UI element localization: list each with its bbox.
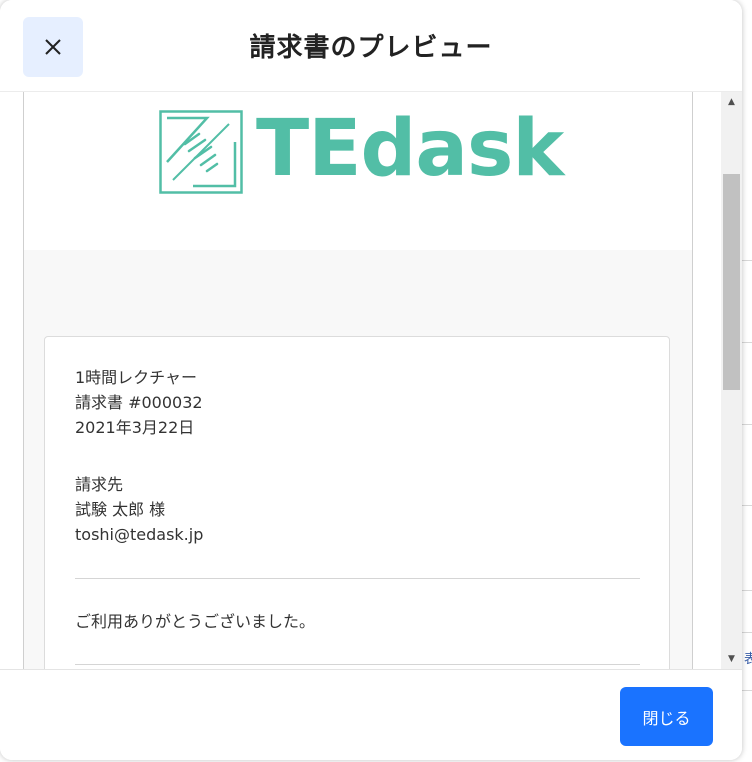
divider (75, 578, 640, 579)
preview-scroll-area[interactable]: TEdask 1時間レクチャー 請求書 #000032 2021年3月22日 請… (0, 92, 742, 669)
invoice-summary: 1時間レクチャー 請求書 #000032 2021年3月22日 (75, 365, 203, 440)
bill-to-block: 請求先 試験 太郎 様 toshi@tedask.jp (75, 472, 203, 547)
thanks-message: ご利用ありがとうございました。 (75, 612, 316, 631)
close-footer-button[interactable]: 閉じる (620, 687, 713, 746)
invoice-product: 1時間レクチャー (75, 368, 198, 387)
invoice-document: TEdask 1時間レクチャー 請求書 #000032 2021年3月22日 請… (23, 92, 693, 669)
invoice-date: 2021年3月22日 (75, 418, 195, 437)
tedask-logo-text: TEdask (256, 104, 564, 194)
tedask-logo-mark-icon (159, 110, 243, 194)
invoice-body-background: 1時間レクチャー 請求書 #000032 2021年3月22日 請求先 試験 太… (24, 250, 692, 669)
customer-name: 試験 太郎 様 (75, 500, 166, 519)
customer-email: toshi@tedask.jp (75, 525, 204, 544)
divider (75, 664, 640, 665)
scroll-down-arrow-icon[interactable]: ▼ (721, 651, 742, 667)
logo-area: TEdask (24, 92, 692, 250)
invoice-card: 1時間レクチャー 請求書 #000032 2021年3月22日 請求先 試験 太… (44, 336, 670, 669)
background-text-fragment: 表 (744, 652, 752, 667)
scrollbar-thumb[interactable] (723, 174, 740, 390)
vertical-scrollbar[interactable]: ▲ ▼ (721, 92, 742, 669)
modal-header: 請求書のプレビュー (0, 0, 742, 92)
scroll-up-arrow-icon[interactable]: ▲ (721, 94, 742, 110)
modal-title: 請求書のプレビュー (249, 33, 493, 63)
modal-footer: 閉じる (0, 669, 742, 760)
invoice-number: 請求書 #000032 (75, 393, 203, 412)
invoice-preview-modal: 請求書のプレビュー TEdask 1時間レクチャー 請求書 #000032 20… (0, 0, 742, 760)
bill-to-label: 請求先 (75, 475, 124, 494)
